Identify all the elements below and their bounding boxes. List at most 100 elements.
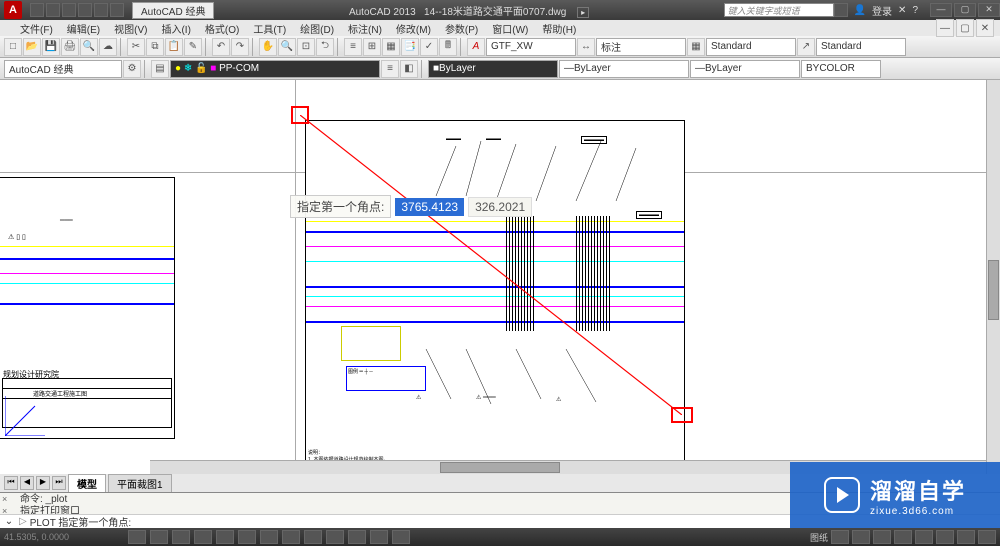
cut-icon[interactable]: ✂ xyxy=(127,38,145,56)
hardware-accel-icon[interactable] xyxy=(936,530,954,544)
menu-modify[interactable]: 修改(M) xyxy=(396,21,431,36)
login-link[interactable]: 登录 xyxy=(872,3,892,18)
tab-model[interactable]: 模型 xyxy=(68,474,106,493)
doc-close-icon[interactable]: ✕ xyxy=(976,19,994,37)
publish-icon[interactable]: ☁ xyxy=(99,38,117,56)
grid-mode-icon[interactable] xyxy=(150,530,168,544)
calc-icon[interactable]: 🖩 xyxy=(439,38,457,56)
otrack-icon[interactable] xyxy=(260,530,278,544)
plot-icon[interactable]: 🖨 xyxy=(61,38,79,56)
paste-icon[interactable]: 📋 xyxy=(165,38,183,56)
menu-help[interactable]: 帮助(H) xyxy=(542,21,576,36)
menu-edit[interactable]: 编辑(E) xyxy=(67,21,100,36)
zoom-prev-icon[interactable]: ⮌ xyxy=(316,38,334,56)
match-icon[interactable]: ✎ xyxy=(184,38,202,56)
undo-icon[interactable]: ↶ xyxy=(212,38,230,56)
qat-redo-icon[interactable] xyxy=(94,3,108,17)
osnap-mode-icon[interactable] xyxy=(216,530,234,544)
transparency-icon[interactable] xyxy=(348,530,366,544)
menu-file[interactable]: 文件(F) xyxy=(20,21,53,36)
doc-max-icon[interactable]: ▢ xyxy=(956,19,974,37)
quickview-layouts-icon[interactable] xyxy=(831,530,849,544)
menu-parametric[interactable]: 参数(P) xyxy=(445,21,478,36)
workspace-combo[interactable]: AutoCAD 经典 xyxy=(4,60,122,78)
vertical-scrollbar[interactable] xyxy=(986,80,1000,474)
menu-window[interactable]: 窗口(W) xyxy=(492,21,528,36)
3dosnap-icon[interactable] xyxy=(238,530,256,544)
dyn-input-icon[interactable] xyxy=(304,530,322,544)
layer-iso-icon[interactable]: ◧ xyxy=(400,60,418,78)
ortho-mode-icon[interactable] xyxy=(172,530,190,544)
help-search-input[interactable]: 键入关键字或短语 xyxy=(724,3,834,17)
table-style-icon[interactable]: ▦ xyxy=(687,38,705,56)
isolate-objects-icon[interactable] xyxy=(957,530,975,544)
search-icon[interactable] xyxy=(834,3,848,17)
qat-undo-icon[interactable] xyxy=(78,3,92,17)
cmd-close-icon[interactable]: × xyxy=(2,494,12,504)
zoom-window-icon[interactable]: ⊡ xyxy=(297,38,315,56)
table-style-combo[interactable]: Standard xyxy=(706,38,796,56)
tab-layout1[interactable]: 平面裁图1 xyxy=(108,474,172,493)
menu-view[interactable]: 视图(V) xyxy=(114,21,147,36)
menu-format[interactable]: 格式(O) xyxy=(205,21,239,36)
workspace-dropdown[interactable]: AutoCAD 经典 xyxy=(132,2,214,19)
minimize-button[interactable]: — xyxy=(930,3,952,17)
menu-tools[interactable]: 工具(T) xyxy=(253,21,286,36)
sc-icon[interactable] xyxy=(392,530,410,544)
properties-icon[interactable]: ≡ xyxy=(344,38,362,56)
menu-dimension[interactable]: 标注(N) xyxy=(348,21,382,36)
preview-icon[interactable]: 🔍 xyxy=(80,38,98,56)
snap-mode-icon[interactable] xyxy=(128,530,146,544)
lineweight-combo[interactable]: — ByLayer xyxy=(690,60,800,78)
open-icon[interactable]: 📂 xyxy=(23,38,41,56)
layer-props-icon[interactable]: ▤ xyxy=(151,60,169,78)
qat-new-icon[interactable] xyxy=(30,3,44,17)
dim-style-combo[interactable]: 标注 xyxy=(596,38,686,56)
tooltip-y-value[interactable]: 326.2021 xyxy=(468,197,532,217)
tab-prev-icon[interactable]: ◀ xyxy=(20,476,34,490)
layer-combo[interactable]: ● ❄ 🔓 ■ PP-COM xyxy=(170,60,380,78)
text-style-combo[interactable]: GTF_XW xyxy=(486,38,576,56)
help-icon[interactable]: ? xyxy=(912,5,918,16)
lineweight-icon[interactable] xyxy=(326,530,344,544)
layer-state-icon[interactable]: ≡ xyxy=(381,60,399,78)
color-combo[interactable]: ■ ByLayer xyxy=(428,60,558,78)
doc-min-icon[interactable]: — xyxy=(936,19,954,37)
app-logo[interactable]: A xyxy=(4,1,22,19)
dcenter-icon[interactable]: ⊞ xyxy=(363,38,381,56)
tooltip-x-value[interactable]: 3765.4123 xyxy=(395,198,464,216)
tab-last-icon[interactable]: ⏭ xyxy=(52,476,66,490)
zoom-icon[interactable]: 🔍 xyxy=(278,38,296,56)
copy-icon[interactable]: ⧉ xyxy=(146,38,164,56)
qat-open-icon[interactable] xyxy=(46,3,60,17)
ws-settings-icon[interactable]: ⚙ xyxy=(123,60,141,78)
dim-style-icon[interactable]: ↔ xyxy=(577,38,595,56)
drawing-canvas[interactable]: ⚠ ▯ ▯ ═══ 规划设计研究院 道路交通工程施工图 ▬▬▬ xyxy=(0,80,1000,474)
markup-icon[interactable]: ✓ xyxy=(420,38,438,56)
plotstyle-combo[interactable]: BYCOLOR xyxy=(801,60,881,78)
quickview-drawings-icon[interactable] xyxy=(852,530,870,544)
mleader-style-combo[interactable]: Standard xyxy=(816,38,906,56)
user-icon[interactable]: 👤 xyxy=(854,5,866,16)
redo-icon[interactable]: ↷ xyxy=(231,38,249,56)
menu-draw[interactable]: 绘图(D) xyxy=(300,21,334,36)
workspace-switch-icon[interactable] xyxy=(894,530,912,544)
annotation-scale-icon[interactable] xyxy=(873,530,891,544)
pan-icon[interactable]: ✋ xyxy=(259,38,277,56)
tool-palette-icon[interactable]: ▦ xyxy=(382,38,400,56)
linetype-combo[interactable]: — ByLayer xyxy=(559,60,689,78)
cmd-expand-icon[interactable]: ⌄ xyxy=(2,516,16,527)
toolbar-lock-icon[interactable] xyxy=(915,530,933,544)
tab-next-icon[interactable]: ▶ xyxy=(36,476,50,490)
doc-menu-icon[interactable]: ▸ xyxy=(577,7,589,18)
close-button[interactable]: ✕ xyxy=(978,3,1000,17)
qat-plot-icon[interactable] xyxy=(110,3,124,17)
clean-screen-icon[interactable] xyxy=(978,530,996,544)
qat-save-icon[interactable] xyxy=(62,3,76,17)
qp-icon[interactable] xyxy=(370,530,388,544)
save-icon[interactable]: 💾 xyxy=(42,38,60,56)
menu-insert[interactable]: 插入(I) xyxy=(161,21,190,36)
sheet-set-icon[interactable]: 📑 xyxy=(401,38,419,56)
mleader-style-icon[interactable]: ↗ xyxy=(797,38,815,56)
exchange-icon[interactable]: ✕ xyxy=(898,5,906,16)
